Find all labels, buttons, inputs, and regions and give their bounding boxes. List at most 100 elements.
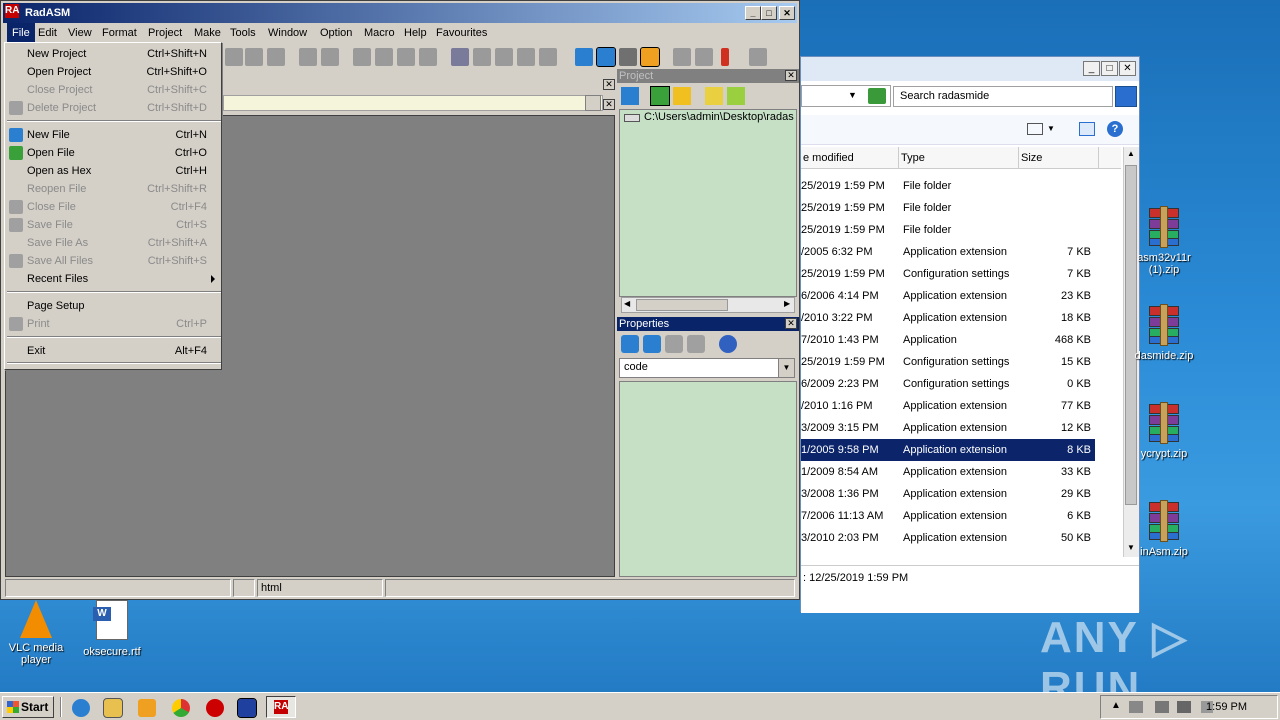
desktop-icon-rtf[interactable]: W oksecure.rtf (76, 600, 148, 658)
table-row[interactable]: 6/2009 2:23 PM Configuration settings 0 KB (801, 373, 1095, 395)
media-player-icon[interactable] (138, 699, 156, 717)
table-row[interactable]: 1/2009 8:54 AM Application extension 33 KB (801, 461, 1095, 483)
redo-icon[interactable] (245, 48, 263, 66)
find-icon[interactable] (299, 48, 317, 66)
menu-item-save-file[interactable]: Save File Ctrl+S (7, 216, 221, 234)
delete-icon[interactable] (267, 48, 285, 66)
menu-item-recent-files[interactable]: Recent Files (7, 270, 221, 288)
properties-combo[interactable]: code ▼ (619, 358, 795, 378)
bookmark-clear-icon[interactable] (419, 48, 437, 66)
bookmark-next-icon[interactable] (375, 48, 393, 66)
clock[interactable]: 1:59 PM (1206, 701, 1247, 713)
table-row[interactable]: 25/2019 1:59 PM File folder (801, 175, 1095, 197)
column-type[interactable]: Type (899, 147, 1019, 169)
bookmark-prev-icon[interactable] (397, 48, 415, 66)
collapse-icon[interactable] (727, 87, 745, 105)
column-size[interactable]: Size (1019, 147, 1099, 169)
debug-icon[interactable] (749, 48, 767, 66)
menu-format[interactable]: Format (97, 23, 142, 43)
menu-item-save-file-as[interactable]: Save File As Ctrl+Shift+A (7, 234, 221, 252)
menu-project[interactable]: Project (143, 23, 187, 43)
table-row[interactable]: 25/2019 1:59 PM Configuration settings 7 K… (801, 263, 1095, 285)
table-row[interactable]: 7/2006 11:13 AM Application extension 6 KB (801, 505, 1095, 527)
build-icon[interactable] (695, 48, 713, 66)
table-row[interactable]: 7/2010 1:43 PM Application 468 KB (801, 329, 1095, 351)
chrome-icon[interactable] (172, 699, 190, 717)
menu-tools[interactable]: Tools (225, 23, 261, 43)
table-row[interactable]: 25/2019 1:59 PM File folder (801, 197, 1095, 219)
tree-item-root[interactable]: C:\Users\admin\Desktop\radas (644, 111, 794, 123)
search-input[interactable]: Search radasmide (893, 86, 1113, 107)
table-row[interactable]: 3/2009 3:15 PM Application extension 12 KB (801, 417, 1095, 439)
menu-item-open-project[interactable]: Open Project Ctrl+Shift+O (7, 63, 221, 81)
menu-item-new-project[interactable]: New Project Ctrl+Shift+N (7, 45, 221, 63)
maximize-button[interactable]: □ (1101, 61, 1118, 76)
menu-option[interactable]: Option (315, 23, 357, 43)
view-options-icon[interactable] (1027, 123, 1043, 135)
preview-pane-icon[interactable] (1079, 122, 1095, 136)
add-folder-icon[interactable] (673, 87, 691, 105)
convert-icon[interactable] (539, 48, 557, 66)
chevron-up-icon[interactable]: ▲ (1111, 700, 1121, 711)
horizontal-scrollbar[interactable]: ◀ ▶ (621, 297, 795, 313)
refresh-icon[interactable] (719, 335, 737, 353)
table-row[interactable]: 3/2008 1:36 PM Application extension 29 KB (801, 483, 1095, 505)
assemble-icon[interactable] (673, 48, 691, 66)
table-row[interactable]: /2010 1:16 PM Application extension 77 KB (801, 395, 1095, 417)
filter-icon[interactable] (687, 335, 705, 353)
menu-item-delete-project[interactable]: Delete Project Ctrl+Shift+D (7, 99, 221, 117)
menu-make[interactable]: Make (189, 23, 226, 43)
desktop-icon-vlc[interactable]: VLC media player (0, 600, 72, 666)
menu-item-save-all-files[interactable]: Save All Files Ctrl+Shift+S (7, 252, 221, 270)
table-row[interactable]: 25/2019 1:59 PM File folder (801, 219, 1095, 241)
close-icon[interactable]: ✕ (603, 99, 615, 110)
chevron-down-icon[interactable]: ▼ (1047, 124, 1055, 133)
split-icon[interactable] (585, 95, 601, 111)
properties-list[interactable] (619, 381, 797, 577)
outdent-icon[interactable] (473, 48, 491, 66)
app-grid-icon[interactable] (237, 698, 257, 718)
address-bar[interactable]: ▼ (801, 85, 891, 107)
locate-icon[interactable] (665, 335, 683, 353)
comment-icon[interactable] (495, 48, 513, 66)
menu-item-reopen-file[interactable]: Reopen File Ctrl+Shift+R (7, 180, 221, 198)
menu-view[interactable]: View (63, 23, 97, 43)
column-date-modified[interactable]: e modified (801, 147, 899, 169)
menu-macro[interactable]: Macro (359, 23, 400, 43)
maximize-button[interactable]: □ (761, 6, 777, 20)
project-window-icon[interactable] (596, 47, 616, 67)
menu-item-exit[interactable]: Exit Alt+F4 (7, 342, 221, 360)
tools-icon[interactable] (619, 48, 637, 66)
close-icon[interactable]: ✕ (785, 70, 797, 81)
refresh-icon[interactable] (868, 88, 886, 104)
table-row[interactable]: 6/2006 4:14 PM Application extension 23 KB (801, 285, 1095, 307)
internet-explorer-icon[interactable] (72, 699, 90, 717)
opera-icon[interactable] (206, 699, 224, 717)
uncomment-icon[interactable] (517, 48, 535, 66)
menu-item-open-as-hex[interactable]: Open as Hex Ctrl+H (7, 162, 221, 180)
code-view-icon[interactable] (621, 335, 639, 353)
desktop-icon-archive-1[interactable]: asm32v11r (1).zip (1126, 206, 1202, 276)
menu-help[interactable]: Help (399, 23, 432, 43)
close-button[interactable]: ✕ (779, 6, 795, 20)
desktop-icon-archive-4[interactable]: inAsm.zip (1126, 500, 1202, 558)
desktop-icon-archive-3[interactable]: ycrypt.zip (1126, 402, 1202, 460)
menu-item-close-file[interactable]: Close File Ctrl+F4 (7, 198, 221, 216)
help-icon[interactable]: ? (1107, 121, 1123, 137)
menu-window[interactable]: Window (263, 23, 312, 43)
resource-view-icon[interactable] (643, 335, 661, 353)
network-icon[interactable] (1129, 701, 1143, 713)
table-row[interactable]: 25/2019 1:59 PM Configuration settings 15 … (801, 351, 1095, 373)
minimize-button[interactable]: _ (1083, 61, 1100, 76)
undo-icon[interactable] (225, 48, 243, 66)
close-icon[interactable]: ✕ (603, 79, 615, 90)
add-file-icon[interactable] (650, 86, 670, 106)
close-button[interactable]: ✕ (1119, 61, 1136, 76)
menu-item-print[interactable]: Print Ctrl+P (7, 315, 221, 333)
properties-window-icon[interactable] (640, 47, 660, 67)
table-row[interactable]: 1/2005 9:58 PM Application extension 8 KB (801, 439, 1095, 461)
search-icon[interactable] (1115, 86, 1137, 107)
menu-edit[interactable]: Edit (33, 23, 62, 43)
display-icon[interactable] (1177, 701, 1191, 713)
volume-icon[interactable] (1155, 701, 1169, 713)
